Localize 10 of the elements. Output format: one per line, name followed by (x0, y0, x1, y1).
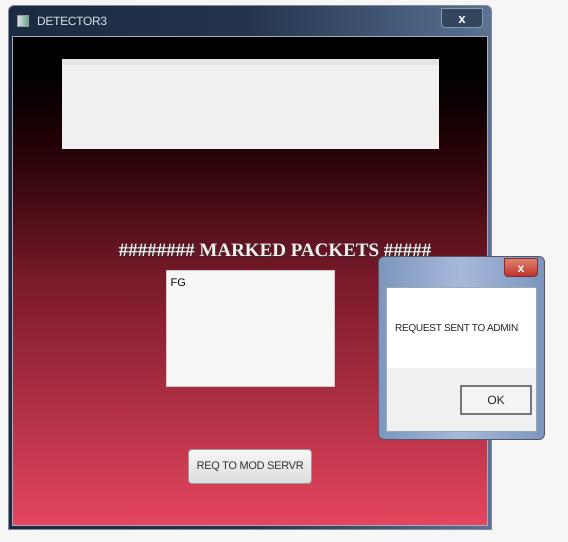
app-icon (17, 15, 29, 27)
request-button[interactable]: REQ TO MOD SERVR (188, 448, 312, 484)
dialog-message: REQUEST SENT TO ADMIN (395, 322, 518, 336)
close-button[interactable]: x (504, 258, 538, 277)
ok-button[interactable]: OK (460, 384, 532, 414)
packets-text-area[interactable]: FG (166, 270, 334, 386)
window-title: DETECTOR3 (37, 13, 107, 30)
text-field[interactable] (62, 59, 438, 149)
close-button[interactable]: x (441, 8, 483, 28)
section-heading: ######## MARKED PACKETS ##### (118, 239, 432, 263)
